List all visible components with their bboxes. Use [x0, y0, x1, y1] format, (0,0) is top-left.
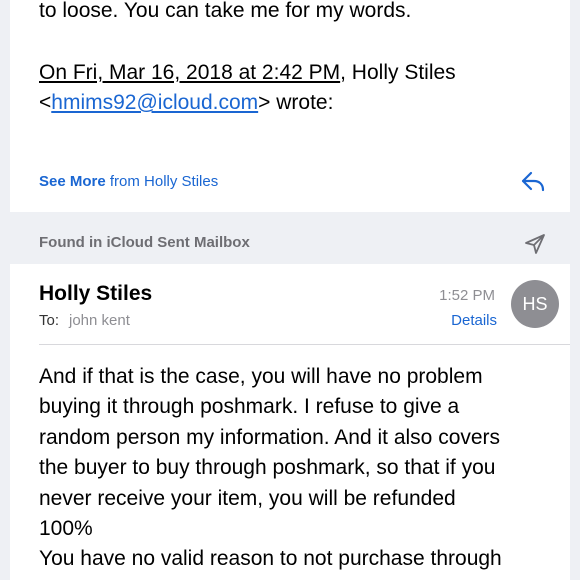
recipient-name[interactable]: john kent	[69, 312, 130, 329]
body-line: buying it through poshmark. I refuse to …	[39, 395, 460, 419]
see-more-link[interactable]: See More from Holly Stiles	[39, 173, 218, 190]
lt-symbol: <	[39, 91, 52, 114]
found-in-label: Found in iCloud Sent Mailbox	[39, 234, 250, 251]
body-line: the buyer to buy through poshmark, so th…	[39, 456, 496, 480]
send-icon	[525, 234, 545, 254]
quote-date[interactable]: On Fri, Mar 16, 2018 at 2:42 PM	[39, 61, 340, 84]
quoted-line: to loose. You can take me for my words.	[39, 0, 412, 22]
avatar[interactable]: HS	[511, 280, 559, 328]
card-separator	[0, 212, 580, 226]
to-label: To:	[39, 312, 60, 329]
message-time: 1:52 PM	[439, 287, 495, 304]
body-line: 100%	[39, 517, 93, 541]
wrote-text: > wrote:	[258, 91, 334, 114]
quote-sender: , Holly Stiles	[340, 61, 456, 84]
body-line: And if that is the case, you will have n…	[39, 365, 483, 388]
details-button[interactable]: Details	[400, 312, 497, 329]
quote-header: On Fri, Mar 16, 2018 at 2:42 PM, Holly S…	[39, 58, 456, 88]
body-line: never receive your item, you will be ref…	[39, 486, 456, 510]
header-divider	[39, 344, 570, 345]
sender-name[interactable]: Holly Stiles	[39, 282, 152, 306]
reply-icon[interactable]	[520, 170, 546, 192]
left-gutter	[0, 0, 10, 580]
see-more-label: See More	[39, 173, 106, 190]
body-line: You have no valid reason to not purchase…	[39, 547, 502, 571]
message-body: And if that is the case, you will have n…	[39, 362, 559, 575]
see-more-from: from Holly Stiles	[105, 173, 219, 190]
email-link[interactable]: hmims92@icloud.com	[51, 91, 258, 114]
body-line: random person my information. And it als…	[39, 425, 501, 449]
right-gutter	[570, 0, 580, 580]
quote-email-line: <hmims92@icloud.com> wrote:	[39, 88, 333, 118]
